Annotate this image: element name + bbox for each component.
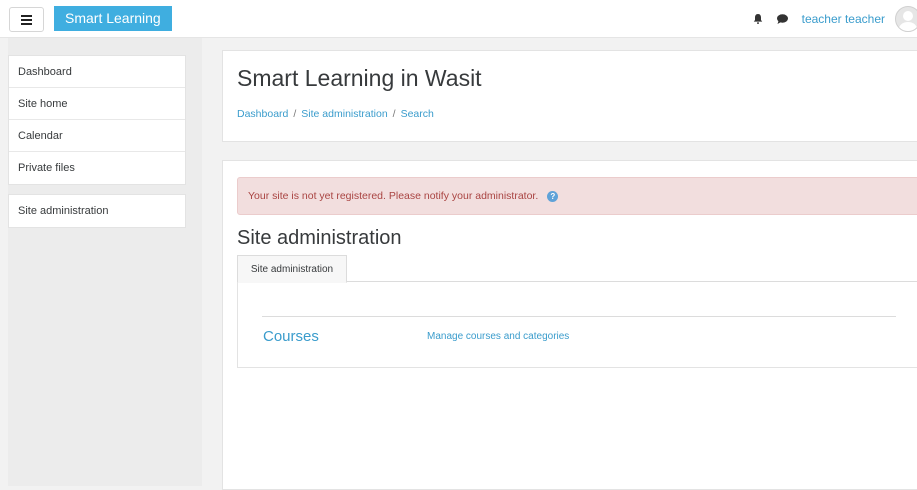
chat-bubble-icon[interactable]: [776, 13, 789, 25]
divider: [262, 316, 896, 317]
sidebar-item-private-files[interactable]: Private files: [9, 152, 185, 184]
sidebar-item-calendar[interactable]: Calendar: [9, 120, 185, 152]
breadcrumb-site-administration[interactable]: Site administration: [301, 108, 387, 120]
hamburger-icon: [21, 15, 32, 25]
sidebar-nav-main: Dashboard Site home Calendar Private fil…: [8, 55, 186, 185]
breadcrumb: Dashboard / Site administration / Search: [237, 108, 434, 120]
sidebar-drawer: Dashboard Site home Calendar Private fil…: [8, 38, 202, 486]
page-title: Smart Learning in Wasit: [237, 65, 482, 91]
section-title: Site administration: [237, 227, 402, 249]
manage-courses-link[interactable]: Manage courses and categories: [427, 331, 569, 342]
registration-alert: Your site is not yet registered. Please …: [237, 177, 917, 215]
sidebar-item-dashboard[interactable]: Dashboard: [9, 56, 185, 88]
tab-pane: Courses Manage courses and categories: [237, 282, 917, 368]
site-brand-link[interactable]: Smart Learning: [54, 6, 172, 31]
breadcrumb-search[interactable]: Search: [401, 108, 434, 120]
user-nav: teacher teacher: [752, 0, 917, 38]
courses-heading-link[interactable]: Courses: [263, 328, 319, 345]
page-header: Smart Learning in Wasit Dashboard / Site…: [222, 50, 917, 142]
menu-toggle-button[interactable]: [9, 7, 44, 32]
sidebar-item-site-administration[interactable]: Site administration: [9, 195, 185, 227]
sidebar-item-site-home[interactable]: Site home: [9, 88, 185, 120]
top-navbar: Smart Learning teacher teacher: [0, 0, 917, 38]
bell-icon[interactable]: [752, 13, 764, 25]
breadcrumb-separator: /: [392, 108, 396, 120]
sidebar-nav-admin: Site administration: [8, 194, 186, 228]
breadcrumb-dashboard[interactable]: Dashboard: [237, 108, 288, 120]
breadcrumb-separator: /: [293, 108, 297, 120]
user-menu-name[interactable]: teacher teacher: [802, 12, 885, 26]
user-avatar-icon[interactable]: [895, 6, 917, 32]
question-circle-icon[interactable]: ?: [547, 190, 559, 202]
alert-text: Your site is not yet registered. Please …: [248, 190, 539, 202]
tab-site-administration[interactable]: Site administration: [237, 255, 347, 283]
main-content: Your site is not yet registered. Please …: [222, 160, 917, 490]
admin-tabs: Site administration: [237, 255, 917, 283]
